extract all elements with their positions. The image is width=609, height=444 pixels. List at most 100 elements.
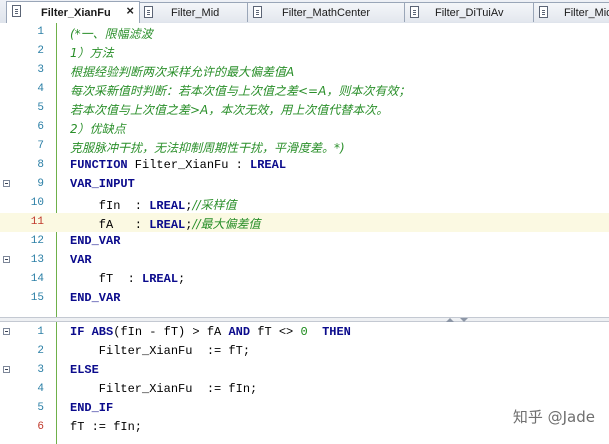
- tab-filter-dituiav[interactable]: Filter_DiTuiAv: [404, 2, 534, 22]
- code-token: fT :: [70, 272, 143, 286]
- line-number: 12: [30, 235, 44, 247]
- comment-token: 1）方法: [70, 46, 114, 60]
- fold-toggle-icon[interactable]: [3, 180, 10, 187]
- watermark: 知乎 @Jade: [512, 408, 595, 426]
- code-line[interactable]: 4 Filter_XianFu := fIn;: [0, 380, 609, 399]
- line-number: 10: [30, 197, 44, 209]
- code-line[interactable]: 6 2）优缺点: [0, 118, 609, 137]
- code-text: Filter_XianFu := fT;: [70, 344, 250, 358]
- code-text: fT : LREAL;: [70, 272, 185, 286]
- code-text: fA : LREAL;//最大偏差值: [70, 215, 261, 232]
- line-number: 6: [37, 421, 44, 433]
- line-number: 2: [37, 345, 44, 357]
- code-text: 每次采新值时判断：若本次值与上次值之差<=A，则本次有效；: [70, 82, 410, 99]
- code-token: fA :: [70, 218, 150, 232]
- document-icon: [410, 6, 419, 18]
- line-number: 2: [37, 45, 44, 57]
- line-number: 15: [30, 292, 44, 304]
- line-number: 7: [37, 140, 44, 152]
- close-tab-icon[interactable]: ×: [126, 4, 134, 18]
- fold-toggle-icon[interactable]: [3, 256, 10, 263]
- code-line[interactable]: 15 END_VAR: [0, 289, 609, 308]
- code-text: END_VAR: [70, 291, 120, 305]
- code-text: ELSE: [70, 363, 99, 377]
- document-icon: [539, 6, 548, 18]
- tab-filter-mid-2[interactable]: Filter_Mid: [533, 2, 609, 22]
- tab-filter-mathcenter[interactable]: Filter_MathCenter: [247, 2, 405, 22]
- line-number: 9: [37, 178, 44, 190]
- tab-label: Filter_MathCenter: [282, 7, 371, 19]
- comment-token: //采样值: [192, 198, 237, 212]
- code-text: fT := fIn;: [70, 420, 142, 434]
- code-line[interactable]: 11 fA : LREAL;//最大偏差值: [0, 213, 609, 232]
- code-line[interactable]: 13 VAR: [0, 251, 609, 270]
- tab-filter-xianfu[interactable]: Filter_XianFu ×: [6, 1, 140, 23]
- code-line[interactable]: 3 根据经验判断两次采样允许的最大偏差值A: [0, 61, 609, 80]
- keyword-token: LREAL: [149, 218, 186, 232]
- code-text: 克服脉冲干扰，无法抑制周期性干扰，平滑度差。*): [70, 139, 345, 156]
- line-number: 4: [37, 383, 44, 395]
- comment-token: 若本次值与上次值之差>A，本次无效，用上次值代替本次。: [70, 103, 389, 117]
- code-line[interactable]: 2 Filter_XianFu := fT;: [0, 342, 609, 361]
- line-number: 14: [30, 273, 44, 285]
- code-text: IF ABS(fIn - fT) > fA AND fT <> 0 THEN: [70, 325, 351, 339]
- code-token: fT <>: [250, 325, 301, 339]
- code-line[interactable]: 1 IF ABS(fIn - fT) > fA AND fT <> 0 THEN: [0, 323, 609, 342]
- tab-label: Filter_Mid: [564, 7, 609, 19]
- line-number: 3: [37, 64, 44, 76]
- code-line[interactable]: 7 克服脉冲干扰，无法抑制周期性干扰，平滑度差。*): [0, 137, 609, 156]
- tab-label: Filter_Mid: [171, 7, 220, 19]
- fold-toggle-icon[interactable]: [3, 328, 10, 335]
- line-number: 11: [30, 216, 44, 228]
- code-token: Filter_XianFu :: [127, 158, 251, 172]
- tab-filter-mid[interactable]: Filter_Mid: [138, 2, 248, 22]
- code-text: Filter_XianFu := fIn;: [70, 382, 257, 396]
- code-token: fT := fIn;: [70, 420, 143, 434]
- code-line[interactable]: 12 END_VAR: [0, 232, 609, 251]
- code-line[interactable]: 14 fT : LREAL;: [0, 270, 609, 289]
- tab-label: Filter_DiTuiAv: [435, 7, 504, 19]
- code-line[interactable]: 2 1）方法: [0, 42, 609, 61]
- line-number: 3: [37, 364, 44, 376]
- keyword-token: VAR: [70, 253, 92, 267]
- declaration-editor[interactable]: 1 (*一、限幅滤波 2 1）方法 3 根据经验判断两次采样允许的最大偏差值A 4 每次采新值…: [0, 23, 609, 317]
- keyword-token: LREAL: [142, 272, 179, 286]
- keyword-token: VAR_INPUT: [70, 177, 135, 191]
- code-line[interactable]: 5 若本次值与上次值之差>A，本次无效，用上次值代替本次。: [0, 99, 609, 118]
- keyword-token: AND: [228, 325, 251, 339]
- keyword-token: ELSE: [70, 363, 99, 377]
- code-token: Filter_XianFu := fIn;: [70, 382, 258, 396]
- code-text: 2）优缺点: [70, 120, 126, 137]
- code-line[interactable]: 9 VAR_INPUT: [0, 175, 609, 194]
- document-icon: [12, 5, 21, 17]
- keyword-token: END_VAR: [70, 291, 121, 305]
- keyword-token: THEN: [322, 325, 351, 339]
- keyword-token: FUNCTION: [70, 158, 128, 172]
- code-text: 1）方法: [70, 44, 114, 61]
- code-line[interactable]: 8 FUNCTION Filter_XianFu : LREAL: [0, 156, 609, 175]
- keyword-token: END_IF: [70, 401, 114, 415]
- comment-token: 2）优缺点: [70, 122, 126, 136]
- fold-toggle-icon[interactable]: [3, 366, 10, 373]
- code-line[interactable]: 1 (*一、限幅滤波: [0, 23, 609, 42]
- code-token: fIn :: [70, 199, 150, 213]
- code-line[interactable]: 4 每次采新值时判断：若本次值与上次值之差<=A，则本次有效；: [0, 80, 609, 99]
- code-text: 若本次值与上次值之差>A，本次无效，用上次值代替本次。: [70, 101, 388, 118]
- line-number: 13: [30, 254, 44, 266]
- code-text: FUNCTION Filter_XianFu : LREAL: [70, 158, 286, 172]
- keyword-token: LREAL: [250, 158, 287, 172]
- code-text: fIn : LREAL;//采样值: [70, 196, 237, 213]
- code-line[interactable]: 10 fIn : LREAL;//采样值: [0, 194, 609, 213]
- keyword-token: IF: [70, 325, 85, 339]
- comment-token: (*一、限幅滤波: [70, 27, 153, 41]
- code-text: (*一、限幅滤波: [70, 25, 153, 42]
- document-icon: [253, 6, 262, 18]
- line-number: 8: [37, 159, 44, 171]
- line-number: 5: [37, 102, 44, 114]
- number-token: 0: [300, 325, 308, 339]
- comment-token: //最大偏差值: [192, 217, 261, 231]
- code-text: END_IF: [70, 401, 113, 415]
- code-line[interactable]: 3 ELSE: [0, 361, 609, 380]
- line-number: 1: [37, 326, 44, 338]
